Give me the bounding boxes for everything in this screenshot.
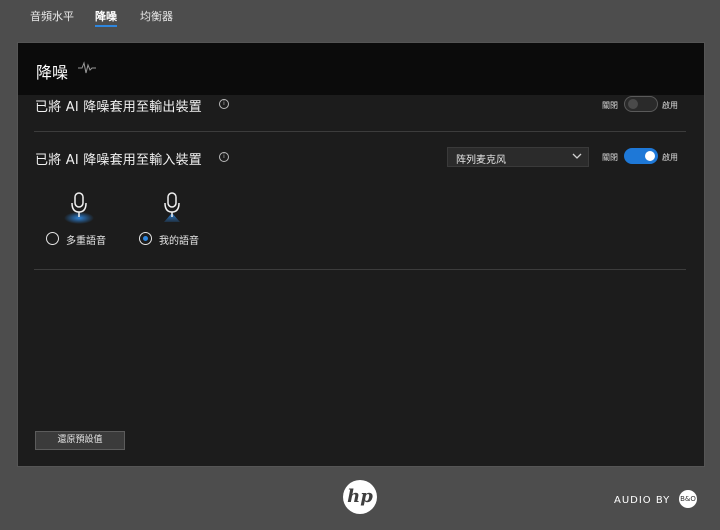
input-on-label: 啟用 (662, 153, 678, 162)
output-off-label: 關閉 (602, 101, 618, 110)
input-noise-toggle[interactable] (624, 148, 658, 164)
panel-header: 降噪 (18, 43, 704, 95)
toggle-knob (628, 99, 638, 109)
radio-label: 多重語音 (66, 236, 106, 247)
radio-button[interactable] (46, 232, 59, 245)
info-icon[interactable]: i (219, 152, 229, 162)
audio-by-label: AUDIO BY (614, 495, 671, 506)
output-ai-noise-label: 已將 AI 降噪套用至輸出裝置 (35, 100, 202, 115)
tab-noise-reduction[interactable]: 降噪 (95, 8, 117, 27)
toggle-knob (645, 151, 655, 161)
divider (34, 131, 686, 132)
input-ai-noise-label: 已將 AI 降噪套用至輸入裝置 (35, 153, 202, 168)
reset-defaults-button[interactable]: 還原預設值 (35, 431, 125, 450)
input-device-value: 阵列麦克风 (456, 155, 506, 166)
radio-label: 我的語音 (159, 236, 199, 247)
output-noise-toggle[interactable] (624, 96, 658, 112)
info-icon[interactable]: i (219, 99, 229, 109)
tab-equalizer[interactable]: 均衡器 (140, 8, 173, 24)
bang-olufsen-logo: B&O (679, 490, 697, 508)
output-on-label: 啟用 (662, 101, 678, 110)
chevron-down-icon (572, 153, 582, 159)
my-voice-mic-icon (164, 192, 180, 222)
active-tab-indicator (95, 25, 117, 27)
radio-button[interactable] (139, 232, 152, 245)
noise-reduction-panel: 降噪 已將 AI 降噪套用至輸出裝置 i 關閉 啟用 已將 AI 降噪套用至輸入… (17, 42, 705, 467)
radio-selected-dot (143, 236, 148, 241)
tab-audio-levels[interactable]: 音頻水平 (30, 8, 74, 24)
tab-label: 均衡器 (140, 10, 173, 23)
tab-label: 降噪 (95, 10, 117, 23)
input-device-dropdown[interactable]: 阵列麦克风 (447, 147, 589, 167)
tab-label: 音頻水平 (30, 10, 74, 23)
waveform-icon (78, 61, 96, 74)
multi-voice-mic-icon (64, 192, 94, 224)
divider (34, 269, 686, 270)
page-title: 降噪 (36, 63, 69, 82)
tab-bar: 音頻水平 降噪 均衡器 (0, 0, 720, 40)
hp-logo: hp (343, 480, 377, 514)
input-off-label: 關閉 (602, 153, 618, 162)
